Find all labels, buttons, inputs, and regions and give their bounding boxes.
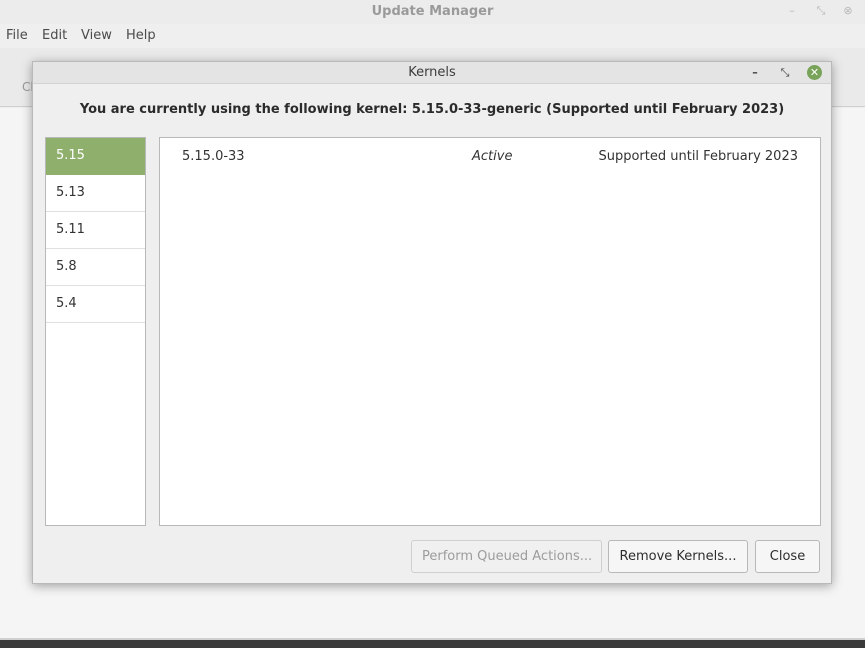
version-item-5-4[interactable]: 5.4 [46, 286, 145, 323]
minimize-icon[interactable]: – [785, 4, 799, 18]
kernel-support: Supported until February 2023 [598, 149, 798, 164]
dialog-titlebar[interactable]: Kernels – ⤡ ✕ [33, 62, 831, 84]
menu-help[interactable]: Help [126, 28, 156, 43]
version-item-5-13[interactable]: 5.13 [46, 175, 145, 212]
kernel-version-list[interactable]: 5.15 5.13 5.11 5.8 5.4 [45, 137, 146, 526]
bottom-strip-highlight [0, 638, 865, 640]
kernel-detail-list: 5.15.0-33 Active Supported until Februar… [159, 137, 821, 526]
menu-view[interactable]: View [81, 28, 112, 43]
current-kernel-heading: You are currently using the following ke… [79, 102, 785, 117]
minimize-icon[interactable]: – [747, 65, 763, 81]
menu-file[interactable]: File [6, 28, 28, 43]
close-icon[interactable]: ⊗ [841, 4, 855, 18]
version-item-5-8[interactable]: 5.8 [46, 249, 145, 286]
kernel-status: Active [472, 149, 513, 164]
version-item-5-15[interactable]: 5.15 [46, 138, 145, 175]
menu-edit[interactable]: Edit [42, 28, 67, 43]
main-window-title: Update Manager [371, 4, 494, 19]
kernel-row[interactable]: 5.15.0-33 Active Supported until Februar… [160, 138, 820, 175]
close-button[interactable]: Close [755, 540, 820, 573]
kernels-dialog: Kernels – ⤡ ✕ You are currently using th… [32, 61, 832, 584]
kernel-version: 5.15.0-33 [182, 149, 245, 164]
maximize-icon[interactable]: ⤡ [814, 4, 828, 18]
perform-queued-actions-button[interactable]: Perform Queued Actions... [411, 540, 602, 573]
maximize-icon[interactable]: ⤡ [777, 65, 793, 81]
bottom-strip [0, 638, 865, 648]
main-titlebar: Update Manager – ⤡ ⊗ [0, 0, 865, 24]
version-item-5-11[interactable]: 5.11 [46, 212, 145, 249]
close-icon[interactable]: ✕ [807, 65, 822, 80]
dialog-title: Kernels [408, 65, 456, 80]
menu-bar: File Edit View Help [0, 24, 865, 48]
remove-kernels-button[interactable]: Remove Kernels... [608, 540, 748, 573]
